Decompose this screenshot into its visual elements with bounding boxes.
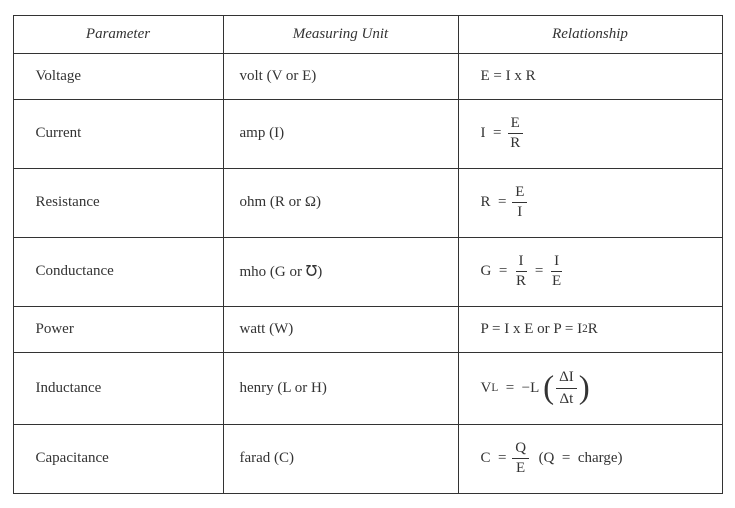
param-text: Capacitance xyxy=(36,450,109,467)
rel-cell: VL = −L ( ΔI Δt ) xyxy=(459,353,722,424)
unit-cell: volt (V or E) xyxy=(224,54,459,99)
param-cell: Current xyxy=(14,100,224,168)
unit-cell: amp (I) xyxy=(224,100,459,168)
param-text: Power xyxy=(36,321,74,338)
param-text: Resistance xyxy=(36,194,100,211)
numerator: I xyxy=(516,252,527,273)
rel-cell: G = I R = I E xyxy=(459,238,722,306)
table-row: Power watt (W) P = I x E or P = I2R xyxy=(14,307,722,353)
left-paren: ( xyxy=(543,372,554,405)
rel-cell: C = Q E (Q = charge) xyxy=(459,425,722,493)
rel-text: E = I x R xyxy=(481,68,536,85)
delta-fraction: ΔI Δt xyxy=(556,367,577,410)
numerator: ΔI xyxy=(556,367,577,389)
table-row: Resistance ohm (R or Ω) R = E I xyxy=(14,169,722,238)
denominator: I xyxy=(514,203,525,223)
denominator: E xyxy=(549,272,564,292)
header-param: Parameter xyxy=(14,16,224,53)
table-row: Current amp (I) I = E R xyxy=(14,100,722,169)
rel-text: I = E R xyxy=(481,114,526,154)
fraction: Q E xyxy=(512,439,529,479)
header-param-text: Parameter xyxy=(86,26,150,43)
param-cell: Power xyxy=(14,307,224,352)
numerator: Q xyxy=(512,439,529,460)
param-cell: Inductance xyxy=(14,353,224,424)
unit-cell: ohm (R or Ω) xyxy=(224,169,459,237)
rel-text: C = Q E (Q = charge) xyxy=(481,439,623,479)
unit-text: farad (C) xyxy=(240,450,295,467)
numerator: I xyxy=(551,252,562,273)
param-text: Inductance xyxy=(36,380,102,397)
header-unit: Measuring Unit xyxy=(224,16,459,53)
unit-text: amp (I) xyxy=(240,125,285,142)
main-table: Parameter Measuring Unit Relationship Vo… xyxy=(13,15,723,494)
param-text: Voltage xyxy=(36,68,82,85)
fraction: I R xyxy=(513,252,529,292)
table-row: Inductance henry (L or H) VL = −L ( ΔI Δ… xyxy=(14,353,722,425)
unit-cell: farad (C) xyxy=(224,425,459,493)
unit-text: volt (V or E) xyxy=(240,68,317,85)
param-cell: Resistance xyxy=(14,169,224,237)
header-rel-text: Relationship xyxy=(552,26,628,43)
denominator: R xyxy=(513,272,529,292)
numerator: E xyxy=(508,114,523,135)
unit-cell: henry (L or H) xyxy=(224,353,459,424)
rel-cell: I = E R xyxy=(459,100,722,168)
param-text: Current xyxy=(36,125,82,142)
rel-cell: P = I x E or P = I2R xyxy=(459,307,722,352)
rel-text: R = E I xyxy=(481,183,530,223)
denominator: E xyxy=(513,459,528,479)
unit-cell: watt (W) xyxy=(224,307,459,352)
table-row: Voltage volt (V or E) E = I x R xyxy=(14,54,722,100)
param-cell: Conductance xyxy=(14,238,224,306)
unit-cell: mho (G or ℧) xyxy=(224,238,459,306)
table-header-row: Parameter Measuring Unit Relationship xyxy=(14,16,722,54)
rel-cell: E = I x R xyxy=(459,54,722,99)
rel-text: VL = −L ( ΔI Δt ) xyxy=(481,367,590,410)
denominator: Δt xyxy=(556,389,576,410)
param-cell: Voltage xyxy=(14,54,224,99)
fraction: E R xyxy=(507,114,523,154)
param-text: Conductance xyxy=(36,263,114,280)
table-row: Conductance mho (G or ℧) G = I R = I E xyxy=(14,238,722,307)
header-rel: Relationship xyxy=(459,16,722,53)
unit-text: watt (W) xyxy=(240,321,294,338)
rel-text: P = I x E or P = I2R xyxy=(481,321,598,338)
param-cell: Capacitance xyxy=(14,425,224,493)
denominator: R xyxy=(507,134,523,154)
right-paren: ) xyxy=(579,372,590,405)
unit-text: mho (G or ℧) xyxy=(240,262,323,281)
rel-cell: R = E I xyxy=(459,169,722,237)
fraction: E I xyxy=(512,183,527,223)
table-row: Capacitance farad (C) C = Q E (Q = charg… xyxy=(14,425,722,493)
numerator: E xyxy=(512,183,527,204)
fraction: I E xyxy=(549,252,564,292)
unit-text: ohm (R or Ω) xyxy=(240,194,322,211)
unit-text: henry (L or H) xyxy=(240,380,327,397)
rel-text: G = I R = I E xyxy=(481,252,567,292)
header-unit-text: Measuring Unit xyxy=(293,26,388,43)
